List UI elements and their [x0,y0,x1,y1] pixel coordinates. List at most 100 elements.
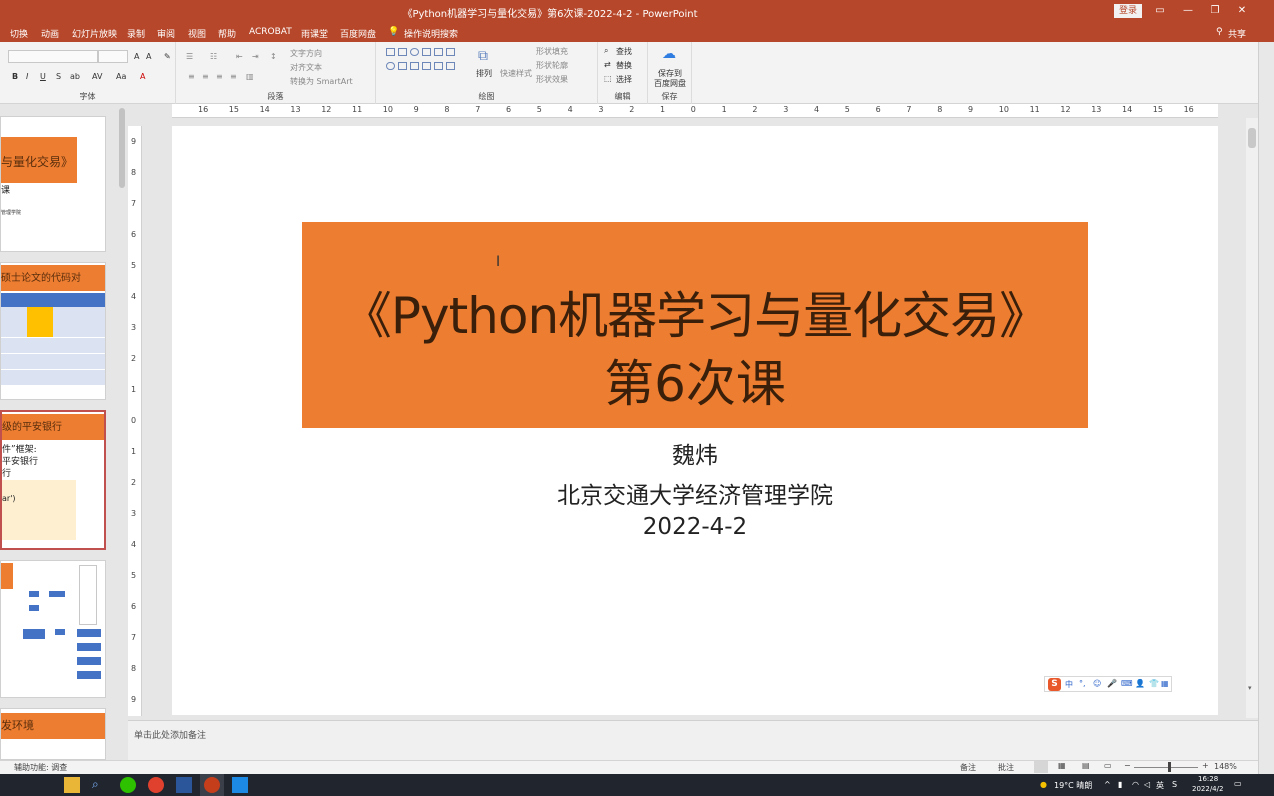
title-banner[interactable]: 《Python机器学习与量化交易》 第6次课 [302,222,1088,428]
justify-icon[interactable]: ≡ [230,72,237,81]
shape-line-icon[interactable] [422,48,431,56]
bold-icon[interactable]: B [12,72,18,81]
font-size-select[interactable] [98,50,128,63]
keyboard-icon[interactable]: ⌨ [1121,679,1133,688]
align-center-icon[interactable]: ≡ [202,72,209,81]
slideshow-view-icon[interactable]: ▭ [1104,761,1112,770]
shape-fill-button[interactable]: 形状填充 [536,46,568,57]
convert-smartart-button[interactable]: 转换为 SmartArt [290,76,353,87]
minimize-icon[interactable]: — [1178,3,1198,19]
accessibility-status[interactable]: 辅助功能: 调查 [14,762,67,773]
tell-me-search[interactable]: 操作说明搜索 [404,27,458,40]
tab-help[interactable]: 帮助 [218,27,236,40]
slide-thumbnail-selected[interactable]: 级的平安银行 件”框架: 平安银行 行 ar') [0,410,106,550]
change-case-icon[interactable]: Aa [116,72,126,81]
tab-transitions[interactable]: 切换 [10,27,28,40]
shape-text-icon[interactable] [398,48,407,56]
font-name-select[interactable] [8,50,98,63]
notes-toggle[interactable]: 备注 [960,762,976,773]
ime-mode-label[interactable]: 中 [1065,679,1073,690]
clock-date[interactable]: 2022/4/2 [1192,785,1223,793]
sogou-icon[interactable]: S [1048,678,1061,691]
shape-brace-icon[interactable] [446,62,455,70]
volume-icon[interactable]: ◁ [1144,780,1150,789]
char-spacing-icon[interactable]: AV [92,72,102,81]
user-icon[interactable]: 👤 [1135,679,1145,688]
replace-icon[interactable]: ⇄ [604,60,611,69]
slide-thumbnail[interactable]: 发环境 [0,708,106,760]
shadow-icon[interactable]: S [56,72,61,81]
quick-styles-button[interactable]: 快速样式 [500,68,532,79]
find-icon[interactable]: ⌕ [604,46,608,56]
select-button[interactable]: 选择 [616,74,632,85]
shrink-font-icon[interactable]: A [146,52,151,61]
tab-record[interactable]: 录制 [127,27,145,40]
italic-icon[interactable]: I [26,72,28,81]
scroll-down-icon[interactable]: ▾ [1248,684,1252,692]
slide-thumbnail[interactable]: 与量化交易》 课 管理学院 [0,116,106,252]
notes-placeholder[interactable]: 单击此处添加备注 [134,728,206,741]
slide-scrollbar[interactable]: ▾ [1246,118,1258,718]
arrange-icon[interactable]: ⧉ [478,48,488,64]
shape-rectangle-icon[interactable] [446,48,455,56]
tab-animations[interactable]: 动画 [41,27,59,40]
shape-arrow-icon[interactable] [434,48,443,56]
slide-thumbnail[interactable]: 硕士论文的代码对 [0,262,106,400]
shape-effects-button[interactable]: 形状效果 [536,74,568,85]
columns-icon[interactable]: ▥ [246,72,254,81]
tab-slideshow[interactable]: 幻灯片放映 [72,27,117,40]
share-icon[interactable]: ⚲ [1216,27,1223,37]
notes-pane[interactable]: 单击此处添加备注 [128,720,1258,760]
tab-review[interactable]: 审阅 [157,27,175,40]
select-icon[interactable]: ⬚ [604,74,612,83]
shape-outline-button[interactable]: 形状轮廓 [536,60,568,71]
slide-title-line2[interactable]: 第6次课 [302,356,1088,412]
emoji-icon[interactable]: ☺ [1093,679,1101,688]
share-button[interactable]: 共享 [1228,27,1246,40]
slide-thumbnail[interactable] [0,560,106,698]
ribbon-display-icon[interactable]: ▭ [1150,3,1170,19]
bullets-icon[interactable]: ☰ [186,52,193,61]
slide-sorter-icon[interactable]: ▦ [1058,761,1066,770]
restore-icon[interactable]: ❐ [1205,3,1225,19]
zoom-slider-thumb[interactable] [1168,762,1171,772]
comments-toggle[interactable]: 批注 [998,762,1014,773]
close-icon[interactable]: ✕ [1232,3,1252,19]
skin-icon[interactable]: 👕 [1149,679,1159,688]
save-to-baidu-line2[interactable]: 百度网盘 [654,78,686,89]
tab-rain-classroom[interactable]: 雨课堂 [301,27,328,40]
tab-view[interactable]: 视图 [188,27,206,40]
shape-curve-icon[interactable] [422,62,431,70]
reading-view-icon[interactable]: ▤ [1082,761,1090,770]
font-color-icon[interactable]: A [140,72,145,81]
clear-format-icon[interactable]: ✎ [164,52,171,61]
zoom-out-icon[interactable]: − [1124,761,1131,770]
slide-author[interactable]: 魏炜 [172,436,1218,470]
slide-date[interactable]: 2022-4-2 [172,514,1218,540]
sogou-tray-icon[interactable]: S [1172,780,1177,789]
chrome-icon[interactable] [148,777,164,793]
strikethrough-icon[interactable]: ab [70,72,80,81]
normal-view-icon[interactable] [1034,761,1048,773]
slide-title-line1[interactable]: 《Python机器学习与量化交易》 [302,288,1088,344]
shape-oval-icon[interactable] [410,48,419,56]
shape-connector-icon[interactable] [410,62,419,70]
arrange-button[interactable]: 排列 [476,68,492,79]
search-icon[interactable]: ⌕ [92,777,108,793]
text-direction-button[interactable]: 文字方向 [290,48,322,59]
outdent-icon[interactable]: ⇥ [252,52,259,61]
clock-time[interactable]: 16:28 [1198,775,1218,783]
indent-icon[interactable]: ⇤ [236,52,243,61]
grid-menu-icon[interactable]: ▦ [1161,679,1169,688]
network-icon[interactable]: ◠ [1132,780,1139,789]
tab-acrobat[interactable]: ACROBAT [249,27,292,37]
slide-affiliation[interactable]: 北京交通大学经济管理学院 [172,476,1218,510]
shape-rounded-icon[interactable] [386,62,395,70]
login-button[interactable]: 登录 [1114,4,1142,18]
microphone-icon[interactable]: 🎤 [1107,679,1117,688]
baidu-cloud-icon[interactable]: ☁ [662,46,676,62]
notification-icon[interactable]: ▭ [1234,779,1242,788]
tab-baidu-netdisk[interactable]: 百度网盘 [340,27,376,40]
find-button[interactable]: 查找 [616,46,632,57]
zoom-in-icon[interactable]: + [1202,761,1209,770]
